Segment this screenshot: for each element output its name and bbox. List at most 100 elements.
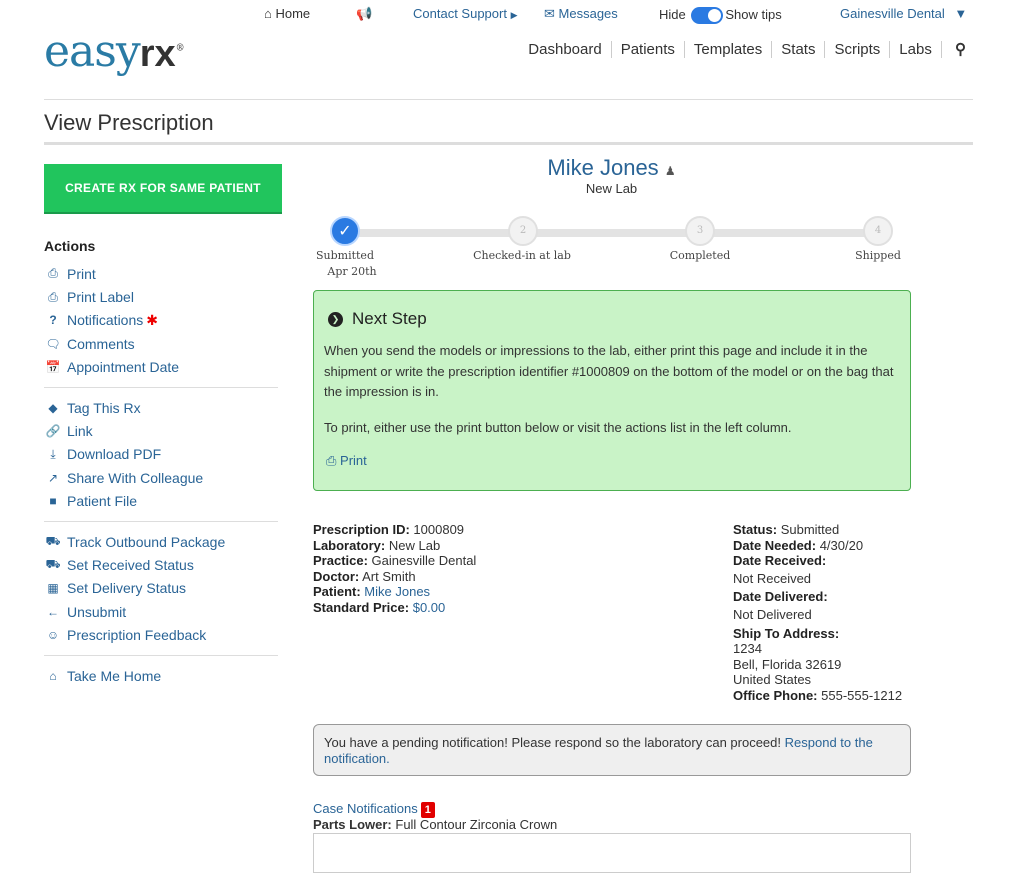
header-divider <box>44 99 973 100</box>
practice-dropdown[interactable]: Gainesville Dental ▼ <box>840 6 967 21</box>
megaphone-icon[interactable]: 📢 <box>356 6 372 22</box>
price-link[interactable]: $0.00 <box>413 600 446 615</box>
detail-practice: Practice: Gainesville Dental <box>313 553 633 569</box>
home-link-label: Home <box>275 6 311 21</box>
detail-patient: Patient: Mike Jones <box>313 584 633 600</box>
show-tips-toggle[interactable] <box>691 7 724 25</box>
home-link[interactable]: ⌂ Home <box>264 6 310 21</box>
sidebar-item-comments[interactable]: 🗨 Comments <box>44 332 278 355</box>
actions-heading: Actions <box>44 238 96 254</box>
patient-name-heading: Mike Jones ♟ <box>312 155 911 181</box>
tips-toggle-group: Hide Show tips <box>659 7 782 25</box>
sidebar-item-notifications[interactable]: ? Notifications ✱ <box>44 309 278 332</box>
detail-value: Submitted <box>780 522 840 537</box>
printer-icon: ⎙ <box>326 453 337 468</box>
nav-stats[interactable]: Stats <box>772 41 826 58</box>
sidebar-item-patient-file[interactable]: ■ Patient File <box>44 490 278 513</box>
nav-dashboard[interactable]: Dashboard <box>519 41 612 58</box>
address-line-1: 1234 <box>733 641 762 657</box>
messages-link[interactable]: ✉ Messages <box>544 6 618 22</box>
detail-date-delivered-label: Date Delivered: <box>733 589 933 605</box>
progress-track <box>345 229 878 237</box>
contact-support-link[interactable]: Contact Support ▶ <box>413 6 518 21</box>
detail-label: Laboratory: <box>313 537 386 553</box>
detail-label: Doctor: <box>313 568 360 584</box>
sidebar-item-share-with-colleague[interactable]: ↗ Share With Colleague <box>44 466 278 489</box>
sidebar-item-label: Set Delivery Status <box>67 580 187 597</box>
nav-templates[interactable]: Templates <box>684 41 773 58</box>
nav-scripts[interactable]: Scripts <box>825 41 891 58</box>
detail-label: Standard Price: <box>313 599 410 615</box>
sidebar-item-label: Appointment Date <box>67 359 180 376</box>
easyrx-logo[interactable]: easyrx® <box>44 26 185 77</box>
prescription-details: Prescription ID: 1000809 Laboratory: New… <box>313 522 633 616</box>
detail-value: Art Smith <box>362 568 416 584</box>
main-navigation: Dashboard Patients Templates Stats Scripts La… <box>519 40 966 58</box>
address-line-2: Bell, Florida 32619 <box>733 656 842 672</box>
home-icon: ⌂ <box>49 668 57 683</box>
detail-date-received-label: Date Received: <box>733 553 933 569</box>
step-submitted-label: Submitted Apr 20th <box>290 248 400 280</box>
sidebar-item-unsubmit[interactable]: ← Unsubmit <box>44 600 278 623</box>
sidebar-item-label: Unsubmit <box>67 603 127 620</box>
sidebar-item-label: Link <box>67 423 93 440</box>
sidebar-item-print[interactable]: ⎙ Print <box>44 262 278 285</box>
sidebar-item-label: Track Outbound Package <box>67 533 226 550</box>
detail-value: New Lab <box>388 537 441 553</box>
case-notifications: Case Notifications 1 <box>313 801 435 818</box>
sidebar-item-download-pdf[interactable]: ⤓ Download PDF <box>44 443 278 466</box>
patient-name-link[interactable]: Mike Jones <box>547 155 658 180</box>
printer-icon: ⎙ <box>48 289 58 304</box>
sidebar-divider <box>44 520 278 522</box>
detail-label: Prescription ID: <box>313 522 410 537</box>
detail-value: 555-555-1212 <box>821 687 903 703</box>
sidebar-item-tag-this-rx[interactable]: ◆ Tag This Rx <box>44 396 278 419</box>
sidebar-item-label: Take Me Home <box>67 667 162 684</box>
sidebar-item-prescription-feedback[interactable]: ☺ Prescription Feedback <box>44 623 278 646</box>
patient-lab-name: New Lab <box>585 181 638 196</box>
detail-label: Date Needed: <box>733 537 817 553</box>
page-title: View Prescription <box>44 110 214 135</box>
step-completed-marker: 3 <box>685 216 715 246</box>
sidebar-divider <box>44 386 278 388</box>
detail-label: Date Received: <box>733 553 827 569</box>
case-notifications-link[interactable]: Case Notifications <box>313 801 418 816</box>
sidebar-item-label: Tag This Rx <box>67 399 141 416</box>
sidebar-item-link[interactable]: 🔗 Link <box>44 419 278 442</box>
nav-labs[interactable]: Labs <box>890 41 942 58</box>
parts-label: Parts Lower: <box>313 817 392 832</box>
sidebar-item-set-delivery-status[interactable]: ▦ Set Delivery Status <box>44 577 278 600</box>
parts-lower: Parts Lower: Full Contour Zirconia Crown <box>313 817 557 832</box>
sidebar-item-track-outbound-package[interactable]: ⛟ Track Outbound Package <box>44 530 278 553</box>
sidebar-item-print-label[interactable]: ⎙ Print Label <box>44 285 278 308</box>
step-date-text: Apr 20th <box>327 265 377 278</box>
patient-link[interactable]: Mike Jones <box>364 584 430 599</box>
sidebar-item-label: Print Label <box>67 289 134 306</box>
sidebar-item-label: Share With Colleague <box>67 469 204 486</box>
sidebar-item-appointment-date[interactable]: 📅 Appointment Date <box>44 356 278 379</box>
step-checked-in-label: Checked-in at lab <box>473 249 571 262</box>
next-step-print-link[interactable]: ⎙ Print <box>326 453 900 469</box>
calendar-icon: 📅 <box>45 360 61 375</box>
detail-value: 4/30/20 <box>819 537 864 553</box>
detail-label: Office Phone: <box>733 687 818 703</box>
top-utility-bar: ⌂ Home 📢 Contact Support ▶ ✉ Messages Hi… <box>0 4 1024 26</box>
practice-name: Gainesville Dental <box>840 6 945 21</box>
link-icon: 🔗 <box>45 424 61 439</box>
sidebar-item-label: Download PDF <box>67 446 162 463</box>
create-rx-same-patient-button[interactable]: CREATE RX FOR SAME PATIENT <box>44 164 282 212</box>
sidebar-item-take-me-home[interactable]: ⌂ Take Me Home <box>44 664 278 687</box>
tag-icon: ◆ <box>48 400 58 415</box>
detail-label: Status: <box>733 522 778 537</box>
step-shipped-marker: 4 <box>863 216 893 246</box>
user-icon: ♟ <box>664 164 676 178</box>
search-icon[interactable]: ⚲ <box>946 41 966 58</box>
parts-value: Full Contour Zirconia Crown <box>395 817 558 832</box>
sidebar-item-set-received-status[interactable]: ⛟ Set Received Status <box>44 553 278 576</box>
sidebar-divider <box>44 654 278 656</box>
nav-patients[interactable]: Patients <box>611 41 685 58</box>
sidebar-item-label: Patient File <box>67 493 138 510</box>
question-icon: ? <box>49 313 57 328</box>
pending-notification-alert: You have a pending notification! Please … <box>313 724 911 776</box>
share-icon: ↗ <box>47 470 59 485</box>
